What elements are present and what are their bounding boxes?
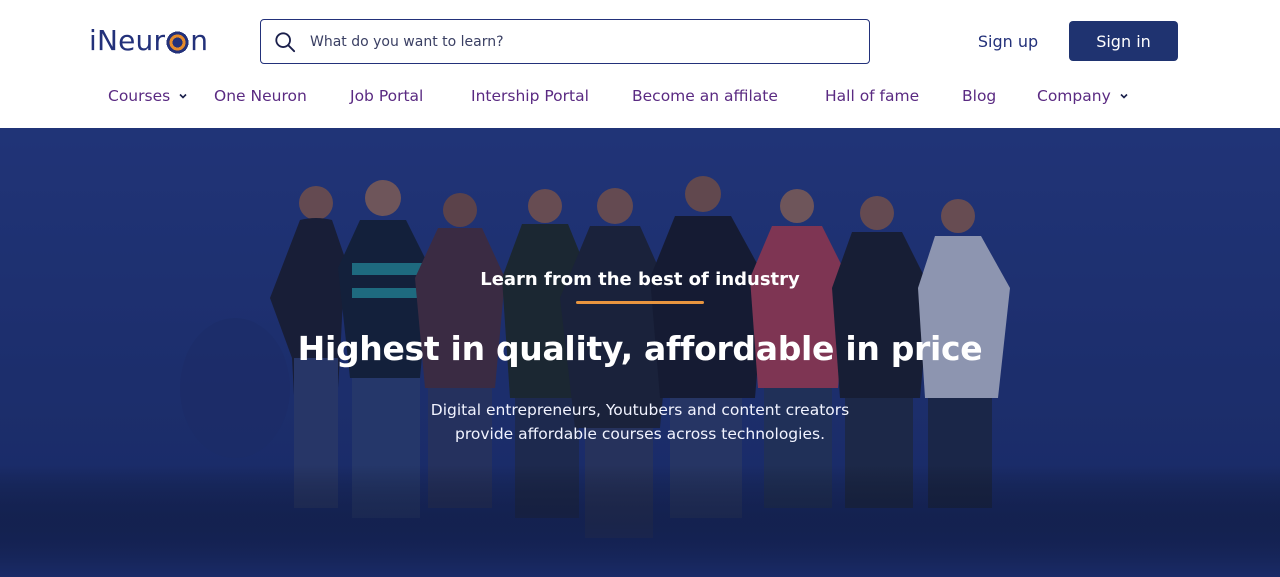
logo-text: iNeur: [89, 23, 166, 57]
search-icon: [275, 31, 296, 52]
chevron-down-icon: [1120, 93, 1128, 99]
signup-button[interactable]: Sign up: [966, 22, 1050, 60]
nav-hall-of-fame[interactable]: Hall of fame: [825, 80, 919, 112]
hero-eyebrow: Learn from the best of industry: [480, 269, 800, 290]
main-nav: Courses One Neuron Job Portal Intership …: [0, 80, 1280, 112]
eyebrow-underline: [576, 301, 704, 304]
search-input[interactable]: [310, 33, 830, 50]
signin-button[interactable]: Sign in: [1069, 21, 1178, 61]
nav-blog[interactable]: Blog: [962, 80, 996, 112]
nav-blog-label: Blog: [962, 87, 997, 105]
nav-one-neuron[interactable]: One Neuron: [214, 80, 307, 112]
nav-become-affiliate[interactable]: Become an affilate: [632, 80, 778, 112]
nav-hall-of-fame-label: Hall of fame: [825, 87, 920, 105]
logo-ring-icon: [166, 30, 190, 54]
hero-headline: Highest in quality, affordable in price: [297, 329, 983, 368]
nav-courses[interactable]: Courses: [108, 80, 188, 112]
nav-one-neuron-label: One Neuron: [214, 87, 307, 105]
hero-subtext: Digital entrepreneurs, Youtubers and con…: [0, 398, 1280, 446]
ineuron-logo[interactable]: iNeur n: [89, 20, 208, 60]
nav-job-portal-label: Job Portal: [350, 87, 424, 105]
hero-banner: Learn from the best of industry Highest …: [0, 128, 1280, 577]
hero-subtext-line-1: Digital entrepreneurs, Youtubers and con…: [430, 401, 850, 419]
chevron-down-icon: [179, 93, 187, 99]
hero-subtext-line-2: provide affordable courses across techno…: [454, 425, 825, 443]
nav-company[interactable]: Company: [1037, 80, 1129, 112]
nav-company-label: Company: [1037, 87, 1111, 105]
search-box[interactable]: [260, 19, 870, 64]
nav-become-affiliate-label: Become an affilate: [632, 87, 778, 105]
nav-job-portal[interactable]: Job Portal: [350, 80, 423, 112]
nav-internship-portal[interactable]: Intership Portal: [471, 80, 589, 112]
site-header: iNeurn Sign up Sign in Courses One Neuro…: [0, 0, 1280, 128]
nav-courses-label: Courses: [108, 87, 171, 105]
nav-internship-portal-label: Intership Portal: [471, 87, 589, 105]
logo-text-end: n: [190, 23, 209, 57]
